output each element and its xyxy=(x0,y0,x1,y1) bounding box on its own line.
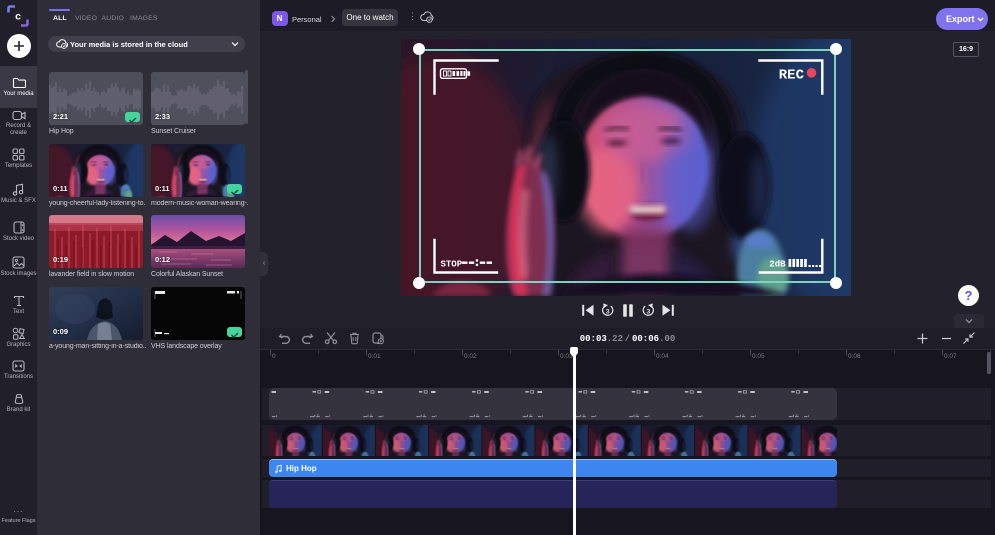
svg-text:3: 3 xyxy=(606,309,610,316)
svg-text:3: 3 xyxy=(647,309,651,316)
svg-text:c: c xyxy=(15,11,21,23)
